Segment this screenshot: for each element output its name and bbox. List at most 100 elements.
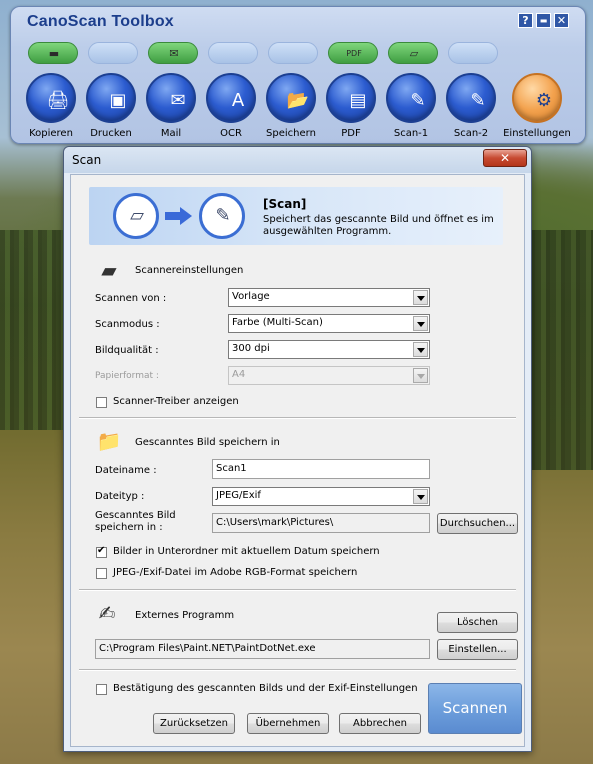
save-in-path-field[interactable]: C:\Users\mark\Pictures\ xyxy=(212,513,430,533)
folder-save-icon: 📂 xyxy=(286,90,310,111)
browse-button[interactable]: Durchsuchen... xyxy=(437,513,518,534)
scan-from-label: Scannen von : xyxy=(95,293,167,304)
confirm-label[interactable]: Bestätigung des gescannten Bilds und der… xyxy=(113,683,418,694)
mail-small-icon: ✉ xyxy=(169,47,179,60)
setup-button[interactable]: Einstellen... xyxy=(437,639,518,660)
tool-ocr[interactable]: A OCR xyxy=(201,71,261,141)
dialog-close-button[interactable]: ✕ xyxy=(483,149,527,167)
toolbox-window-controls: ? ▬ ✕ xyxy=(518,13,569,28)
tool-button-scan-2[interactable]: ✎ xyxy=(446,73,496,123)
adobe-rgb-checkbox[interactable] xyxy=(96,568,107,579)
folder-save-icon: 📁 xyxy=(96,429,122,453)
help-button[interactable]: ? xyxy=(518,13,533,28)
tool-kopieren[interactable]: 🖨 Kopieren xyxy=(21,71,81,141)
settings-icon: ⚙ xyxy=(535,90,553,111)
tool-einstellungen[interactable]: ⚙ Einstellungen xyxy=(503,71,571,141)
scan-dialog: Scan ✕ ▱ ✎ [Scan] Speichert das gescannt… xyxy=(63,146,532,752)
tool-button-drucken[interactable]: ▣ xyxy=(86,73,136,123)
tool-scan-2[interactable]: ✎ Scan-2 xyxy=(441,71,501,141)
tool-speichern[interactable]: 📂 Speichern xyxy=(261,71,321,141)
pill-speichern[interactable] xyxy=(268,42,318,64)
pill-scan-2[interactable] xyxy=(448,42,498,64)
save-settings-title: Gescanntes Bild speichern in xyxy=(135,437,280,448)
tool-button-ocr[interactable]: A xyxy=(206,73,256,123)
filetype-label: Dateityp : xyxy=(95,491,145,502)
filename-value: Scan1 xyxy=(216,463,247,474)
toolbox-title: CanoScan Toolbox xyxy=(27,13,174,30)
scan-mode-value: Farbe (Multi-Scan) xyxy=(232,317,323,328)
scanner-icon: ▱ xyxy=(130,205,144,226)
image-quality-select[interactable]: 300 dpi xyxy=(228,340,430,359)
save-in-label-line2: speichern in : xyxy=(95,522,163,533)
subfolder-checkbox[interactable] xyxy=(96,545,107,558)
printer-icon: 🖨 xyxy=(46,90,70,111)
tool-scan-1[interactable]: ✎ Scan-1 xyxy=(381,71,441,141)
save-in-label-line1: Gescanntes Bild xyxy=(95,510,176,521)
chevron-down-icon xyxy=(413,368,428,383)
confirm-checkbox[interactable] xyxy=(96,684,107,695)
subfolder-label[interactable]: Bilder in Unterordner mit aktuellem Datu… xyxy=(113,546,380,557)
filetype-select[interactable]: JPEG/Exif xyxy=(212,487,430,506)
paper-format-select: A4 xyxy=(228,366,430,385)
separator xyxy=(79,589,516,591)
adobe-rgb-label[interactable]: JPEG-/Exif-Datei im Adobe RGB-Format spe… xyxy=(113,567,357,578)
tool-button-scan-1[interactable]: ✎ xyxy=(386,73,436,123)
separator xyxy=(79,417,516,419)
minimize-button[interactable]: ▬ xyxy=(536,13,551,28)
chevron-down-icon[interactable] xyxy=(413,290,428,305)
close-button[interactable]: ✕ xyxy=(554,13,569,28)
scanner-settings-icon: ▰ xyxy=(101,258,117,282)
mail-icon: ✉ xyxy=(170,90,186,111)
pill-ocr[interactable] xyxy=(208,42,258,64)
chevron-down-icon[interactable] xyxy=(413,489,428,504)
pdf-small-icon: PDF xyxy=(346,49,362,58)
cancel-button[interactable]: Abbrechen xyxy=(339,713,421,734)
external-program-icon: ✍ xyxy=(98,601,116,625)
show-driver-label[interactable]: Scanner-Treiber anzeigen xyxy=(113,396,239,407)
tool-button-kopieren[interactable]: 🖨 xyxy=(26,73,76,123)
reset-button[interactable]: Zurücksetzen xyxy=(153,713,235,734)
external-program-path-value: C:\Program Files\Paint.NET\PaintDotNet.e… xyxy=(99,643,316,654)
scan2-icon: ✎ xyxy=(470,90,486,111)
scanner-small-icon: ▱ xyxy=(409,47,419,60)
tool-mail[interactable]: ✉ Mail xyxy=(141,71,201,141)
dialog-titlebar[interactable]: Scan ✕ xyxy=(64,147,531,173)
banner-title: [Scan] xyxy=(263,197,307,211)
save-in-label: Gescanntes Bild speichern in : xyxy=(95,510,176,534)
scan-banner: ▱ ✎ [Scan] Speichert das gescannte Bild … xyxy=(89,187,503,245)
pill-pdf[interactable]: PDF xyxy=(328,42,378,64)
filename-input[interactable]: Scan1 xyxy=(212,459,430,479)
tool-button-pdf[interactable]: ▤ xyxy=(326,73,376,123)
tool-drucken[interactable]: ▣ Drucken xyxy=(81,71,141,141)
scan-button[interactable]: Scannen xyxy=(428,683,522,734)
canoscan-toolbox-window: CanoScan Toolbox ? ▬ ✕ ▬ ✉ PDF ▱ 🖨 Kopie… xyxy=(10,6,586,144)
image-quality-label: Bildqualität : xyxy=(95,345,159,356)
scan-mode-select[interactable]: Farbe (Multi-Scan) xyxy=(228,314,430,333)
pill-drucken[interactable] xyxy=(88,42,138,64)
program-icon: ✎ xyxy=(215,205,231,226)
tool-pdf[interactable]: ▤ PDF xyxy=(321,71,381,141)
chevron-down-icon[interactable] xyxy=(413,316,428,331)
delete-button[interactable]: Löschen xyxy=(437,612,518,633)
filename-label: Dateiname : xyxy=(95,465,157,476)
chevron-down-icon[interactable] xyxy=(413,342,428,357)
paper-format-value: A4 xyxy=(232,369,246,380)
scan-from-select[interactable]: Vorlage xyxy=(228,288,430,307)
pill-kopieren[interactable]: ▬ xyxy=(28,42,78,64)
pill-mail[interactable]: ✉ xyxy=(148,42,198,64)
apply-button[interactable]: Übernehmen xyxy=(247,713,329,734)
external-program-path-field[interactable]: C:\Program Files\Paint.NET\PaintDotNet.e… xyxy=(95,639,430,659)
tool-buttons-row: 🖨 Kopieren ▣ Drucken ✉ Mail A OCR 📂 Spei… xyxy=(21,71,581,141)
photos-icon: ▣ xyxy=(109,90,127,111)
tool-button-speichern[interactable]: 📂 xyxy=(266,73,316,123)
ocr-icon: A xyxy=(231,90,245,111)
tool-button-mail[interactable]: ✉ xyxy=(146,73,196,123)
pill-scan-1[interactable]: ▱ xyxy=(388,42,438,64)
scan-from-value: Vorlage xyxy=(232,291,270,302)
tool-button-einstellungen[interactable]: ⚙ xyxy=(512,73,562,123)
external-program-title: Externes Programm xyxy=(135,610,235,621)
background-trees-left xyxy=(0,230,66,430)
show-driver-checkbox[interactable] xyxy=(96,397,107,408)
scanner-circle: ▱ xyxy=(113,193,159,239)
save-in-path-value: C:\Users\mark\Pictures\ xyxy=(216,517,334,528)
